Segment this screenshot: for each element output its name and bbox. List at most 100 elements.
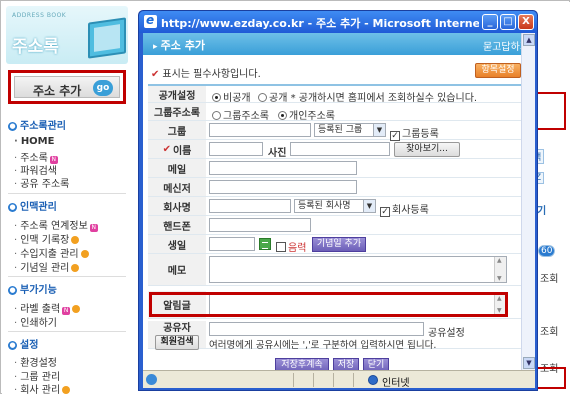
radio-public[interactable]: 공개 * 공개하시면 홈피에서 조회하실수 있습니다. [258,89,477,104]
name-input[interactable] [209,142,263,156]
sidebar-item-shared[interactable]: 공유 주소록 [14,175,69,190]
window-titlebar[interactable]: http://www.ezday.co.kr - 주소 추가 - Microso… [139,11,537,33]
radio-personal-addressbook[interactable]: 개인주소록 [278,107,335,122]
brand-banner: ADDRESS BOOK 주소록 [6,6,128,64]
radio-group-addressbook[interactable]: 그룹주소록 [212,107,269,122]
internet-zone-icon [368,375,378,385]
sharer-input[interactable] [209,322,424,336]
row-email: 메일 [148,159,528,178]
popup-content: 주소 추가 묻고답하기 ✔표시는 필수사항입니다. 항목설정 공개설정 비공개 … [143,33,533,373]
name-label: ✔ 이름 [148,140,206,158]
sidebar-item-income[interactable]: 수입지출 관리 [14,245,89,260]
close-window-button[interactable]: X [518,14,534,30]
medal-icon [71,236,80,244]
brand-subtitle: ADDRESS BOOK [12,12,67,19]
messenger-input[interactable] [209,180,357,194]
ie-icon [144,13,157,28]
radio-personal-icon [278,111,287,120]
calendar-icon[interactable] [259,238,271,250]
row-group-addressbook: 그룹주소록 그룹주소록 개인주소록 [148,103,528,122]
sidebar-item-print[interactable]: 인쇄하기 [14,314,57,329]
group-input[interactable] [209,123,311,137]
maximize-button[interactable]: □ [500,14,516,30]
email-input[interactable] [209,161,357,175]
alert-highlight-box [149,292,508,317]
check-mark-icon: ✔ [151,69,160,80]
window-title: http://www.ezday.co.kr - 주소 추가 - Microso… [161,17,479,30]
group-addressbook-label: 그룹주소록 [148,103,206,120]
radio-private-icon [212,93,221,102]
popup-title: 주소 추가 [153,37,205,53]
row-phone: 핸드폰 [148,216,528,235]
company-select[interactable]: 등록된 회사명 ▼ [294,199,376,213]
sidebar-item-home[interactable]: HOME [14,136,55,147]
public-label: 공개설정 [148,86,206,102]
radio-public-icon [258,93,267,102]
add-anniversary-button[interactable]: 기념일 추가 [312,237,366,252]
sidebar-item-network-log[interactable]: 인맥 기록장 [14,231,80,246]
sidebar-item-label-print[interactable]: 라벨 출력N [14,300,81,315]
phone-input[interactable] [209,218,311,232]
bg-query-2[interactable]: 조회 [540,323,558,338]
new-badge: N [62,307,71,315]
company-input[interactable] [209,199,291,213]
required-check-icon: ✔ [162,143,171,155]
browse-button[interactable]: 찾아보기... [394,142,460,157]
phone-label: 핸드폰 [148,216,206,234]
group-label: 그룹 [148,121,206,139]
section-title-network: ● 인맥관리 [8,202,57,213]
sharer-label-cell: 공유자 회원검색 [148,321,206,350]
row-group: 그룹 등록된 그룹 ▼ ✓ 그룹등록 [148,121,528,141]
sidebar-item-preferences[interactable]: 환경설정 [14,354,57,369]
section-title-settings: ● 설정 [8,340,39,351]
radio-private[interactable]: 비공개 [212,89,251,104]
window-scrollbar[interactable]: ▲ ▼ [521,33,535,370]
member-search-button[interactable]: 회원검색 [155,335,199,350]
row-birthday: 생일 음력 기념일 추가 [148,235,528,254]
birthday-input[interactable] [209,237,255,251]
minimize-button[interactable]: _ [482,14,498,30]
row-public: 공개설정 비공개 공개 * 공개하시면 홈피에서 조회하실수 있습니다. [148,86,528,104]
chevron-down-icon: ▼ [373,124,385,136]
sidebar-item-linked-info[interactable]: 주소록 연계정보N [14,217,98,232]
photo-path-input[interactable] [290,142,390,156]
company-register-checkbox[interactable]: ✓ 회사등록 [380,201,429,217]
row-company: 회사명 등록된 회사명 ▼ ✓ 회사등록 [148,197,528,217]
group-select[interactable]: 등록된 그룹 ▼ [314,123,386,137]
memo-textarea[interactable] [209,256,507,283]
textarea-scrollbar[interactable] [494,257,506,282]
share-hint: 여러명에게 공유시에는 ','로 구분하여 입력하시면 됩니다. [209,340,437,351]
add-address-label: 주소 추가 [33,84,82,98]
page: 색 Z 기 60 조회 조회 조회 ADDRESS BOOK 주소록 주소 추가… [0,0,570,394]
sidebar-item-anniversary[interactable]: 기념일 관리 [14,259,80,274]
section-title-extra: ● 부가기능 [8,285,57,296]
medal-icon [80,250,89,258]
checkbox-icon [276,242,286,252]
scroll-down-icon[interactable]: ▼ [523,357,535,369]
row-sharer: 공유자 회원검색 공유설정 여러명에게 공유시에는 ','로 구분하여 입력하시… [148,321,528,351]
chevron-down-icon: ▼ [363,200,375,212]
add-address-button[interactable]: 주소 추가 go [8,70,126,104]
group-register-checkbox[interactable]: ✓ 그룹등록 [390,125,439,141]
row-messenger: 메신저 [148,178,528,197]
required-note: ✔ 표시는 필수사항입니다. [151,69,261,80]
lunar-checkbox[interactable]: 음력 [276,239,306,254]
sidebar-item-company-manage[interactable]: 회사 관리 [14,381,71,394]
new-badge: N [89,224,98,232]
address-form: 공개설정 비공개 공개 * 공개하시면 홈피에서 조회하실수 있습니다. 그룹주… [148,84,528,351]
sidebar: ADDRESS BOOK 주소록 주소 추가 go ●주소록관리 HOME 주소… [2,2,132,394]
birthday-label: 생일 [148,235,206,253]
field-settings-button[interactable]: 항목설정 [475,63,521,78]
bg-query-1[interactable]: 조회 [540,270,558,285]
zone-label: 인터넷 [382,378,410,389]
add-address-popup-window: http://www.ezday.co.kr - 주소 추가 - Microso… [138,10,538,391]
company-label: 회사명 [148,197,206,215]
row-name: ✔ 이름 사진 찾아보기... [148,140,528,159]
scroll-up-icon[interactable]: ▲ [523,34,535,46]
medal-icon [72,305,81,313]
radio-group-icon [212,111,221,120]
brand-title: 주소록 [12,37,59,57]
popup-header: 주소 추가 묻고답하기 [143,33,533,55]
address-book-icon [88,17,126,59]
memo-label: 메모 [148,254,206,285]
